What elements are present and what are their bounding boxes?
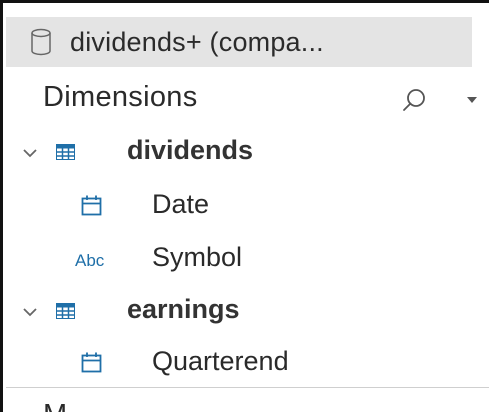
tree-item-dividends[interactable]: dividends <box>3 135 489 175</box>
datasource-label: dividends+ (compa... <box>70 27 324 57</box>
data-pane: dividends+ (compa... Dimensions dividend… <box>0 0 489 412</box>
tree-item-earnings[interactable]: earnings <box>3 293 489 333</box>
field-item-symbol[interactable]: Abc Symbol <box>3 241 489 281</box>
dropdown-caret-icon[interactable] <box>467 97 477 103</box>
string-type-icon: Abc <box>75 251 105 270</box>
table-icon <box>56 303 75 319</box>
search-icon[interactable] <box>401 87 427 113</box>
dimensions-title: Dimensions <box>43 81 198 113</box>
tree-item-label: earnings <box>127 294 240 324</box>
field-label: Date <box>152 189 210 219</box>
measures-title: M <box>43 399 67 412</box>
section-divider <box>6 387 489 388</box>
datasource-row[interactable]: dividends+ (compa... <box>6 17 472 67</box>
table-icon <box>56 144 75 160</box>
field-item-date[interactable]: Date <box>3 188 489 228</box>
field-label: Symbol <box>152 242 243 272</box>
field-label: Quarterend <box>152 346 289 376</box>
calendar-icon <box>81 195 102 216</box>
tree-item-label: dividends <box>127 135 254 165</box>
calendar-icon <box>81 352 102 373</box>
chevron-down-icon[interactable] <box>21 147 39 159</box>
chevron-down-icon[interactable] <box>21 306 39 318</box>
database-icon <box>31 28 51 56</box>
field-item-quarterend[interactable]: Quarterend <box>3 345 489 385</box>
